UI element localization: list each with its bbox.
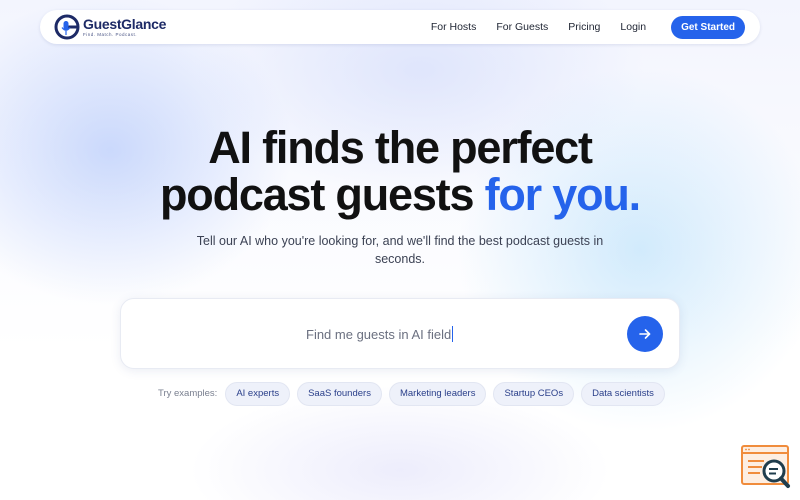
brand-tagline: Find. Match. Podcast.: [83, 31, 138, 37]
search-submit-button[interactable]: [627, 316, 663, 352]
document-search-icon: [741, 445, 790, 488]
help-widget-button[interactable]: [740, 445, 792, 491]
microphone-logo-icon: [54, 14, 80, 40]
nav-link-pricing[interactable]: Pricing: [568, 21, 600, 33]
subtext-line-1: Tell our AI who you're looking for, and …: [196, 234, 604, 248]
get-started-button[interactable]: Get Started: [671, 15, 745, 39]
example-chip-marketing-leaders[interactable]: Marketing leaders: [388, 381, 487, 406]
headline-line-1: AI finds the perfect: [208, 122, 593, 173]
search-input[interactable]: Find me guests in AI field: [306, 326, 454, 342]
headline-line-2: podcast guests: [160, 169, 474, 220]
nav-link-for-guests[interactable]: For Guests: [496, 21, 548, 33]
example-chips: Try examples: AI experts SaaS founders M…: [158, 381, 665, 406]
search-input-value: Find me guests in AI field: [306, 327, 452, 342]
example-chip-ai-experts[interactable]: AI experts: [225, 381, 291, 406]
nav-link-login[interactable]: Login: [620, 21, 646, 33]
example-chip-data-scientists[interactable]: Data scientists: [581, 381, 665, 406]
hero-section: AI finds the perfect podcast guests for …: [0, 124, 800, 218]
nav-link-for-hosts[interactable]: For Hosts: [431, 21, 477, 33]
headline-accent: for you.: [484, 169, 642, 220]
example-chip-startup-ceos[interactable]: Startup CEOs: [493, 381, 575, 406]
hero-headline: AI finds the perfect podcast guests for …: [0, 124, 800, 218]
subtext-line-2: seconds.: [374, 252, 426, 266]
hero-subtext: Tell our AI who you're looking for, and …: [0, 232, 800, 268]
nav-links: For Hosts For Guests Pricing Login Get S…: [411, 15, 745, 39]
example-chip-saas-founders[interactable]: SaaS founders: [297, 381, 382, 406]
text-caret: [452, 326, 454, 342]
top-navbar: GuestGlance Find. Match. Podcast. For Ho…: [40, 10, 760, 44]
examples-label: Try examples:: [158, 388, 218, 399]
search-box: Find me guests in AI field: [120, 298, 680, 369]
logo[interactable]: GuestGlance Find. Match. Podcast.: [54, 14, 166, 40]
brand-name: GuestGlance: [83, 15, 167, 32]
arrow-right-icon: [639, 329, 651, 339]
